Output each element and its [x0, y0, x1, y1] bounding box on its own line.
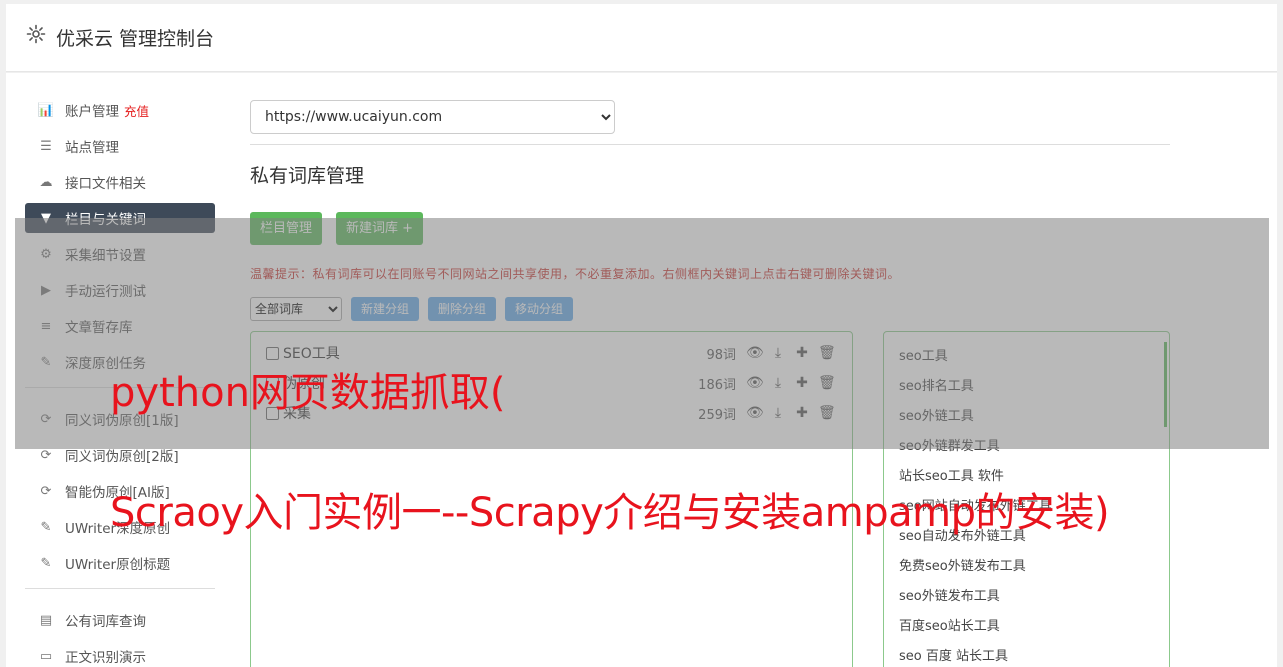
sidebar-item-collect-settings[interactable]: ⚙ 采集细节设置 — [25, 239, 215, 269]
database-icon: ≡ — [40, 318, 52, 334]
plus-icon[interactable]: ✚ — [794, 405, 810, 421]
edit-icon: ✎ — [40, 519, 52, 535]
bar-chart-icon: 📊 — [37, 102, 55, 118]
scrollbar[interactable] — [1164, 342, 1167, 427]
cogs-icon: ⚙ — [40, 246, 52, 262]
group-select[interactable]: 全部词库 — [250, 297, 342, 321]
sidebar-item-label: UWriter原创标题 — [65, 557, 171, 573]
sidebar-item-label: 站点管理 — [65, 140, 119, 156]
plus-icon[interactable]: ✚ — [794, 375, 810, 391]
download-icon[interactable]: ⤓ — [770, 345, 786, 361]
new-group-button[interactable]: 新建分组 — [351, 297, 420, 321]
delete-group-button[interactable]: 删除分组 — [428, 297, 497, 321]
column-manage-button[interactable]: 栏目管理 — [250, 212, 323, 245]
book-icon: ▤ — [39, 612, 53, 628]
sidebar-item-label: 采集细节设置 — [65, 248, 146, 264]
eye-icon[interactable]: 👁 — [746, 345, 764, 361]
sidebar-item-label: 手动运行测试 — [65, 284, 146, 300]
edit-icon: ✎ — [40, 354, 52, 370]
trash-icon[interactable]: 🗑 — [818, 405, 836, 421]
eye-icon[interactable]: 👁 — [746, 375, 764, 391]
page-title: 私有词库管理 — [250, 165, 365, 187]
gear-icon — [26, 24, 46, 44]
sidebar-item-sites[interactable]: ☰ 站点管理 — [25, 131, 215, 161]
word-count: 98词 — [706, 347, 736, 363]
monitor-icon: ▭ — [39, 648, 53, 664]
watermark-line-2: Scraoy入门实例一--Scrapy介绍与安装ampamp的安装) — [110, 490, 1110, 536]
sidebar-divider — [25, 588, 215, 589]
trash-icon[interactable]: 🗑 — [818, 345, 836, 361]
sidebar-item-label: 接口文件相关 — [65, 176, 146, 192]
move-group-button[interactable]: 移动分组 — [505, 297, 574, 321]
cloud-upload-icon: ☁ — [39, 174, 53, 190]
keyword-item[interactable]: 百度seo站长工具 — [899, 616, 1169, 646]
word-count: 259词 — [698, 407, 736, 423]
sidebar-item-text-recognition[interactable]: ▭ 正文识别演示 — [25, 641, 215, 667]
keyword-item[interactable]: seo外链发布工具 — [899, 586, 1169, 616]
group-toolbar: 全部词库 新建分组 删除分组 移动分组 — [250, 297, 1170, 321]
eye-icon[interactable]: 👁 — [746, 405, 764, 421]
word-count: 186词 — [698, 377, 736, 393]
filter-icon: ▼ — [41, 210, 51, 226]
plus-icon[interactable]: ✚ — [794, 345, 810, 361]
download-icon[interactable]: ⤓ — [770, 375, 786, 391]
sidebar-item-api-files[interactable]: ☁ 接口文件相关 — [25, 167, 215, 197]
sidebar-item-label: 账户管理 — [65, 104, 119, 120]
keyword-item[interactable]: seo外链群发工具 — [899, 436, 1169, 466]
refresh-icon: ⟳ — [40, 447, 52, 463]
app-title: 优采云 管理控制台 — [56, 28, 215, 50]
library-checkbox[interactable] — [266, 346, 279, 360]
sidebar-item-synonym-v2[interactable]: ⟳ 同义词伪原创[2版] — [25, 440, 215, 470]
sidebar-item-columns-keywords[interactable]: ▼ 栏目与关键词 — [25, 203, 215, 233]
main-content: https://www.ucaiyun.com 私有词库管理 栏目管理 新建词库… — [250, 100, 1170, 667]
sidebar-item-label: 公有词库查询 — [65, 614, 146, 630]
tip-text: 温馨提示：私有词库可以在同账号不同网站之间共享使用，不必重复添加。右侧框内关键词… — [250, 267, 901, 281]
sidebar-item-public-lib[interactable]: ▤ 公有词库查询 — [25, 605, 215, 635]
new-library-button[interactable]: 新建词库 + — [336, 212, 424, 245]
recharge-link[interactable]: 充值 — [124, 101, 149, 120]
site-select[interactable]: https://www.ucaiyun.com — [250, 100, 615, 134]
action-buttons: 栏目管理 新建词库 + — [250, 212, 1170, 245]
sidebar-item-label: 文章暂存库 — [65, 320, 133, 336]
edit-icon: ✎ — [40, 555, 52, 571]
refresh-icon: ⟳ — [40, 411, 52, 427]
trash-icon[interactable]: 🗑 — [818, 375, 836, 391]
sidebar-item-manual-run[interactable]: ▶ 手动运行测试 — [25, 275, 215, 305]
sidebar-item-uwriter-title[interactable]: ✎ UWriter原创标题 — [25, 548, 215, 578]
refresh-icon: ⟳ — [40, 483, 52, 499]
sidebar-item-label: 栏目与关键词 — [65, 212, 146, 228]
watermark-line-1: python网页数据抓取( — [110, 370, 506, 416]
keyword-item[interactable]: seo排名工具 — [899, 376, 1169, 406]
server-icon: ☰ — [40, 138, 52, 154]
divider — [250, 144, 1170, 145]
download-icon[interactable]: ⤓ — [770, 405, 786, 421]
sidebar-item-article-store[interactable]: ≡ 文章暂存库 — [25, 311, 215, 341]
keyword-item[interactable]: 免费seo外链发布工具 — [899, 556, 1169, 586]
keyword-item[interactable]: seo工具 — [899, 346, 1169, 376]
sidebar-item-label: 同义词伪原创[2版] — [65, 449, 179, 465]
play-circle-icon: ▶ — [41, 282, 51, 298]
keyword-item[interactable]: seo外链工具 — [899, 406, 1169, 436]
keyword-item[interactable]: seo 百度 站长工具 — [899, 646, 1169, 667]
sidebar-item-label: 正文识别演示 — [65, 650, 146, 666]
sidebar-item-account[interactable]: 📊 账户管理 充值 — [25, 95, 215, 125]
top-bar: 优采云 管理控制台 — [6, 4, 1277, 72]
